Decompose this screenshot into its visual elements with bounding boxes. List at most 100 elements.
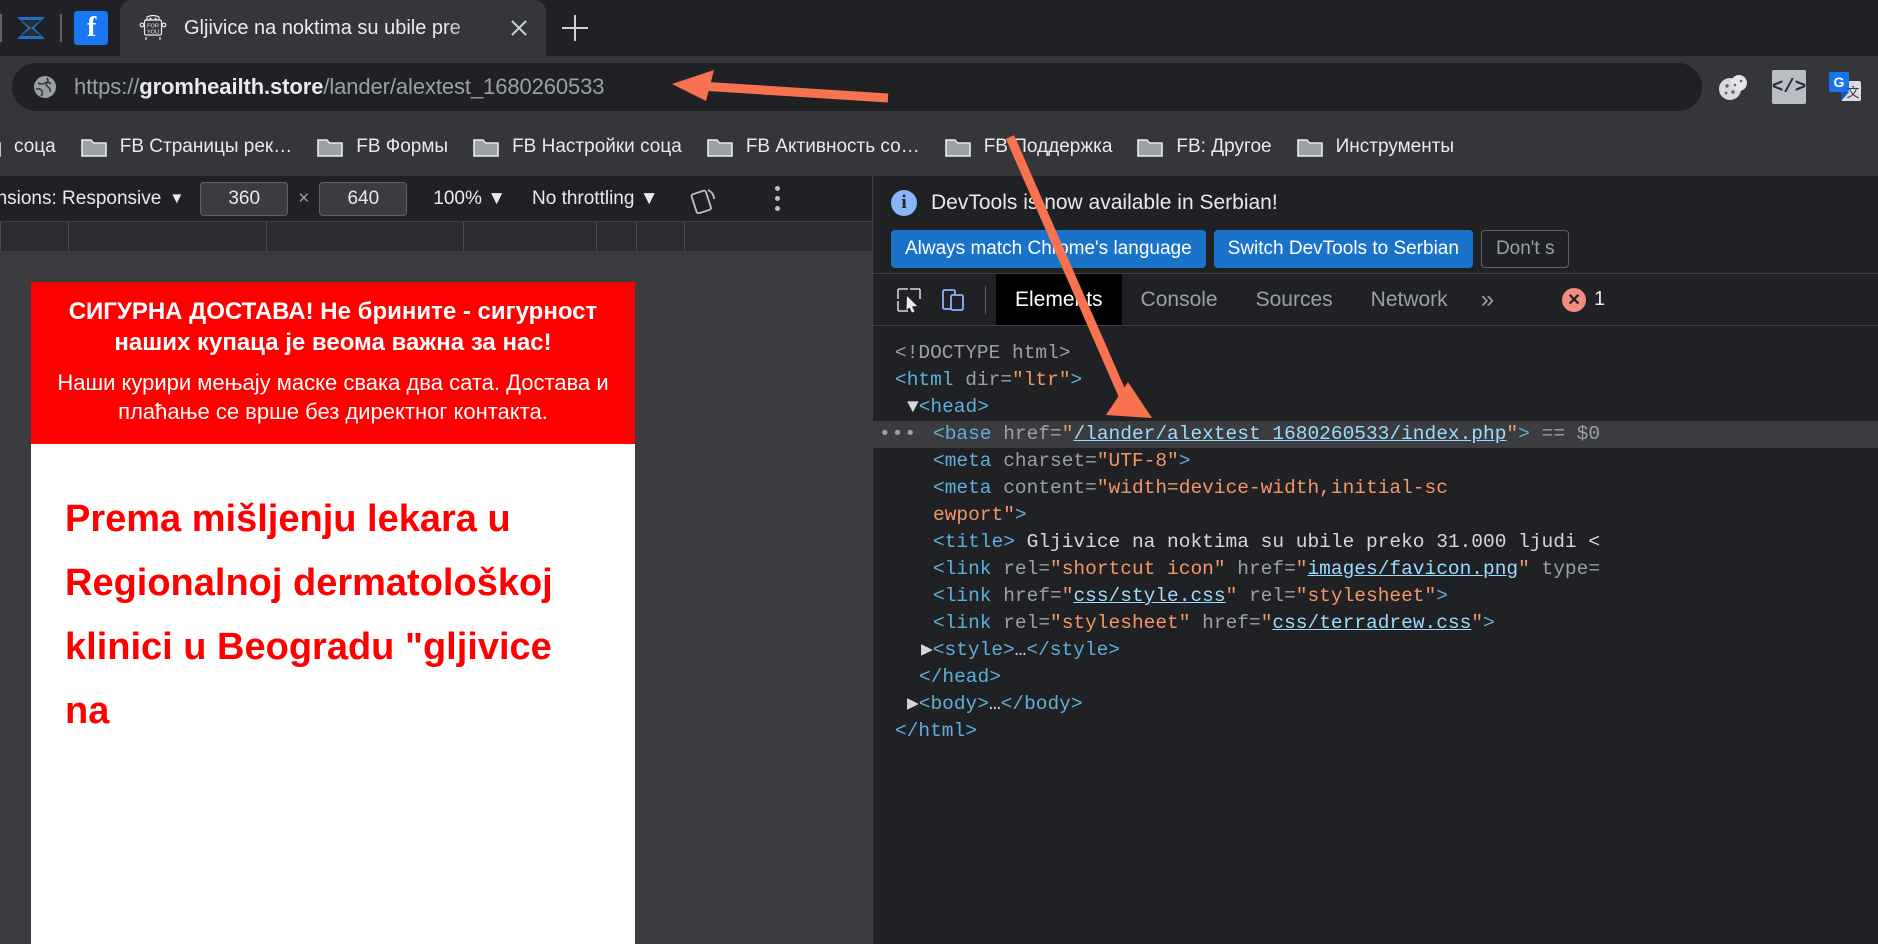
folder-icon: [707, 139, 733, 157]
tab-strip: FOR YOU Gljivice na noktima su ubile pre: [0, 0, 1878, 56]
always-match-language-button[interactable]: Always match Chrome's language: [891, 230, 1206, 268]
tab-elements[interactable]: Elements: [996, 274, 1122, 325]
bookmark-label: FB Страницы рек…: [119, 136, 293, 157]
cookie-icon: [1719, 75, 1747, 100]
dom-line-link-favicon[interactable]: <link rel="shortcut icon" href="images/f…: [873, 556, 1878, 583]
viewport-ruler: [0, 222, 872, 252]
browser-toolbar: https://gromheailth.store/lander/alextes…: [0, 56, 1878, 118]
omnibox[interactable]: https://gromheailth.store/lander/alextes…: [12, 63, 1702, 111]
dom-line-html[interactable]: <html dir="ltr">: [873, 367, 1878, 394]
plus-icon: [562, 15, 588, 41]
dom-line-head[interactable]: ▼<head>: [873, 394, 1878, 421]
bookmark-fb-aktivnost[interactable]: FB Активность со…: [694, 127, 932, 167]
inspect-element-icon[interactable]: [887, 274, 931, 325]
active-tab[interactable]: FOR YOU Gljivice na noktima su ubile pre: [120, 0, 546, 56]
devtools-panel: i DevTools is now available in Serbian! …: [872, 176, 1878, 944]
dom-line-title[interactable]: <title> Gljivice na noktima su ubile pre…: [873, 529, 1878, 556]
delivery-banner-body: Наши курири мењају маске свака два сата.…: [57, 370, 609, 425]
info-icon: i: [891, 190, 917, 216]
folder-icon: [80, 139, 107, 157]
device-width-input[interactable]: 360: [200, 181, 289, 216]
delivery-banner-headline: СИГУРНА ДОСТАВА! Не брините - сигурност …: [68, 298, 598, 357]
svg-text:G: G: [1834, 74, 1845, 90]
error-count-badge[interactable]: ✕ 1: [1552, 274, 1615, 325]
tab-sources[interactable]: Sources: [1237, 274, 1352, 325]
device-throttling-select[interactable]: No throttling ▼: [532, 188, 659, 210]
active-tab-title: Gljivice na noktima su ubile pre: [184, 16, 461, 39]
dimension-separator: ×: [298, 187, 310, 209]
chevron-down-icon: ▼: [487, 187, 506, 209]
folder-icon: [317, 139, 344, 157]
bookmark-label: FB: Другое: [1176, 136, 1272, 157]
base-href-link[interactable]: /lander/alextest_1680260533/index.php: [1073, 423, 1506, 445]
bookmark-fb-formy[interactable]: FB Формы: [304, 127, 460, 167]
devtools-tab-bar: Elements Console Sources Network » ✕ 1: [873, 274, 1878, 326]
svg-text:YOU: YOU: [147, 29, 159, 35]
zeta-icon: [17, 17, 45, 39]
url-path: /lander/alextest_1680260533: [323, 74, 605, 99]
url-scheme: https://: [74, 74, 140, 99]
bookmark-label: FB Настройки соца: [512, 136, 682, 157]
dom-line-link-style[interactable]: <link href="css/style.css" rel="styleshe…: [873, 583, 1878, 610]
folder-icon: [0, 142, 1, 157]
bookmark-fb-nastrojki-soca[interactable]: FB Настройки соца: [460, 127, 694, 167]
device-toolbar: ensions: Responsive ▼ 360 × 640 100% ▼ N…: [0, 176, 872, 222]
error-count: 1: [1594, 288, 1606, 310]
device-dimensions-select[interactable]: ensions: Responsive: [0, 188, 161, 210]
dom-line-body[interactable]: ▶<body>…</body>: [873, 691, 1878, 718]
dom-tree[interactable]: <!DOCTYPE html> <html dir="ltr"> ▼<head>…: [873, 326, 1878, 745]
dont-switch-button[interactable]: Don't s: [1480, 230, 1570, 268]
globe-icon: [34, 76, 56, 98]
extension-icons: </> G 文: [1716, 70, 1866, 104]
dom-line-head-close[interactable]: </head>: [873, 664, 1878, 691]
page-viewport[interactable]: СИГУРНА ДОСТАВА! Не брините - сигурност …: [0, 252, 872, 944]
error-icon: ✕: [1562, 287, 1587, 312]
google-translate-extension-icon[interactable]: G 文: [1828, 70, 1862, 104]
dom-line-meta-charset[interactable]: <meta charset="UTF-8">: [873, 448, 1878, 475]
cookie-editor-extension-icon[interactable]: [1716, 70, 1750, 104]
dom-line-base[interactable]: ••• <base href="/lander/alextest_16802605…: [873, 421, 1878, 448]
more-tabs-icon[interactable]: »: [1467, 274, 1508, 325]
new-tab-button[interactable]: [546, 0, 604, 56]
facebook-icon: [74, 11, 108, 45]
bookmark-label: FB Формы: [356, 136, 449, 157]
for-you-robot-icon: FOR YOU: [139, 14, 167, 40]
dom-line-meta-viewport[interactable]: <meta content="width=device-width,initia…: [873, 475, 1878, 502]
tab-network[interactable]: Network: [1352, 274, 1467, 325]
folder-icon: [944, 139, 971, 157]
bookmark-instrumenty[interactable]: Инструменты: [1284, 127, 1466, 167]
inspect-cursor-glyph: [897, 287, 921, 312]
device-zoom-value: 100%: [433, 187, 482, 209]
zeta-pinned-tab[interactable]: [2, 0, 60, 56]
dom-line-style[interactable]: ▶<style>…</style>: [873, 637, 1878, 664]
browser-window: FOR YOU Gljivice na noktima su ubile pre…: [0, 0, 1878, 944]
folder-icon: [1137, 139, 1164, 157]
dom-line-doctype[interactable]: <!DOCTYPE html>: [873, 340, 1878, 367]
device-height-input[interactable]: 640: [319, 181, 408, 216]
close-icon[interactable]: [502, 11, 536, 45]
rotate-device-icon[interactable]: [689, 184, 719, 214]
dom-line-link-terradrew[interactable]: <link rel="stylesheet" href="css/terradr…: [873, 610, 1878, 637]
omnibox-url: https://gromheailth.store/lander/alextes…: [74, 74, 605, 100]
toggle-device-toolbar-icon[interactable]: [931, 274, 975, 325]
rendered-page[interactable]: СИГУРНА ДОСТАВА! Не брините - сигурност …: [31, 282, 635, 944]
dom-line-meta-viewport-wrap: ewport">: [933, 504, 1027, 526]
code-viewer-extension-icon[interactable]: </>: [1772, 70, 1806, 104]
bookmark-label: соца: [14, 136, 56, 157]
delivery-banner: СИГУРНА ДОСТАВА! Не брините - сигурност …: [31, 282, 635, 445]
bookmark-soca[interactable]: соца: [0, 127, 68, 167]
bookmark-fb-stranicy-rek[interactable]: FB Страницы рек…: [68, 127, 304, 167]
facebook-pinned-tab[interactable]: [62, 0, 120, 56]
dom-line-html-close[interactable]: </html>: [873, 718, 1878, 745]
bookmark-fb-podderzhka[interactable]: FB Поддержка: [932, 127, 1125, 167]
device-more-options-icon[interactable]: [765, 182, 791, 216]
device-zoom-select[interactable]: 100% ▼: [433, 188, 506, 210]
tab-console[interactable]: Console: [1122, 274, 1237, 325]
bookmark-fb-drugoe[interactable]: FB: Другое: [1124, 127, 1283, 167]
devtools-language-notice: i DevTools is now available in Serbian! …: [873, 176, 1878, 274]
rotate-icon-glyph: [690, 188, 715, 214]
url-host: gromheailth.store: [139, 74, 324, 99]
switch-to-serbian-button[interactable]: Switch DevTools to Serbian: [1213, 230, 1473, 268]
folder-icon: [473, 139, 499, 157]
doctype-text: <!DOCTYPE html>: [895, 342, 1071, 364]
